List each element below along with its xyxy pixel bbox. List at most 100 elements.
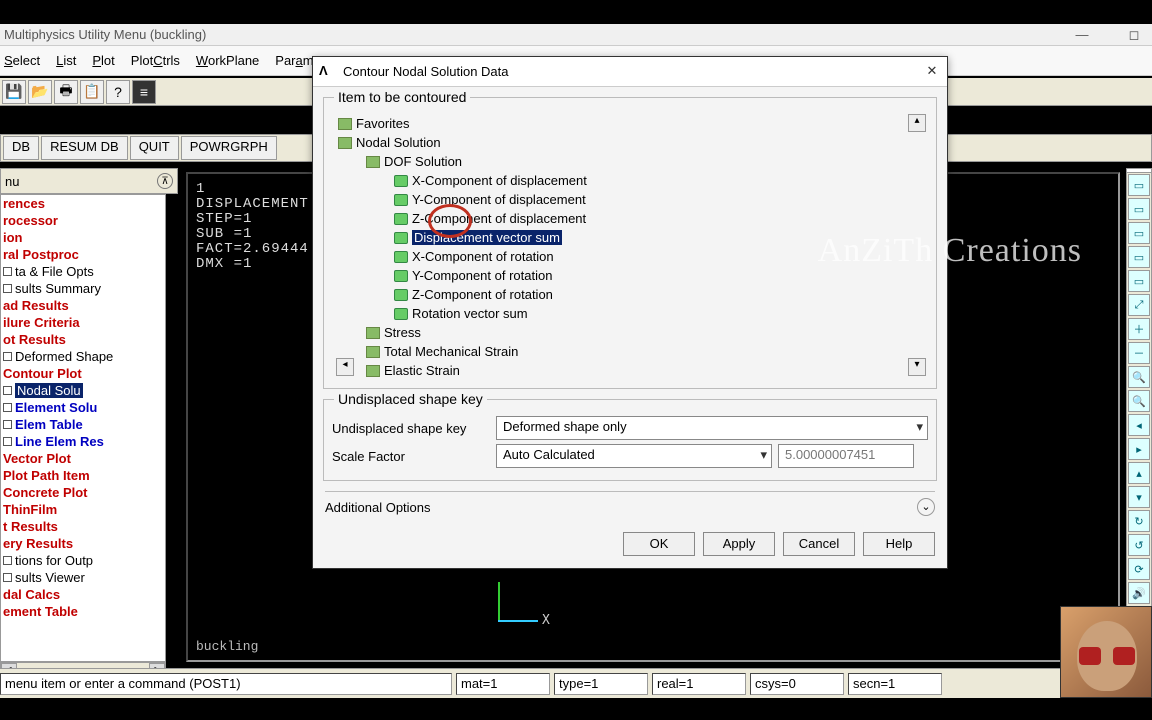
- sidebar-item-label: rences: [3, 196, 45, 211]
- sidebar-item[interactable]: Elem Table: [1, 416, 165, 433]
- rotate-x-icon[interactable]: ↻: [1128, 510, 1150, 532]
- powrgrph-button[interactable]: POWRGRPH: [181, 136, 277, 160]
- tree-dof-item[interactable]: X-Component of displacement: [332, 171, 928, 190]
- tree-dof-item[interactable]: Rotation vector sum: [332, 304, 928, 323]
- pan-right-icon[interactable]: ▸: [1128, 438, 1150, 460]
- help-icon[interactable]: ?: [106, 80, 130, 104]
- menu-plot[interactable]: Plot: [92, 53, 114, 68]
- sidebar-item[interactable]: ilure Criteria: [1, 314, 165, 331]
- sidebar-item[interactable]: rences: [1, 195, 165, 212]
- menu-param[interactable]: Param: [275, 53, 313, 68]
- menu-select[interactable]: Select: [4, 53, 40, 68]
- sidebar-item[interactable]: ery Results: [1, 535, 165, 552]
- secn-field[interactable]: secn=1: [848, 673, 942, 695]
- sidebar-item[interactable]: Line Elem Res: [1, 433, 165, 450]
- pan-down-icon[interactable]: ▾: [1128, 486, 1150, 508]
- type-field[interactable]: type=1: [554, 673, 648, 695]
- print-icon[interactable]: 🖶: [54, 80, 78, 104]
- sidebar-item[interactable]: sults Viewer: [1, 569, 165, 586]
- view-oblique-icon[interactable]: ▭: [1128, 270, 1150, 292]
- sidebar-item[interactable]: ement Table: [1, 603, 165, 620]
- scroll-down-icon[interactable]: ▾: [908, 358, 926, 376]
- tree-total-mech-strain[interactable]: Total Mechanical Strain: [332, 342, 928, 361]
- scale-factor-input[interactable]: 5.00000007451: [778, 444, 914, 468]
- tree-elastic-strain[interactable]: Elastic Strain: [332, 361, 928, 380]
- rotate-y-icon[interactable]: ↺: [1128, 534, 1150, 556]
- tree-dof-item[interactable]: Y-Component of displacement: [332, 190, 928, 209]
- sidebar-item[interactable]: Element Solu: [1, 399, 165, 416]
- sidebar-item[interactable]: dal Calcs: [1, 586, 165, 603]
- menu-list[interactable]: List: [56, 53, 76, 68]
- sidebar-item[interactable]: t Results: [1, 518, 165, 535]
- sidebar-item[interactable]: ion: [1, 229, 165, 246]
- command-input[interactable]: menu item or enter a command (POST1): [0, 673, 452, 695]
- quit-button[interactable]: QUIT: [130, 136, 179, 160]
- ok-button[interactable]: OK: [623, 532, 695, 556]
- folder-icon: [366, 346, 380, 358]
- sidebar-item[interactable]: tions for Outp: [1, 552, 165, 569]
- scroll-left-icon[interactable]: ◂: [336, 358, 354, 376]
- sidebar-item[interactable]: Deformed Shape: [1, 348, 165, 365]
- maximize-icon[interactable]: ◻: [1120, 26, 1148, 44]
- sidebar-item[interactable]: ThinFilm: [1, 501, 165, 518]
- zoom-win-icon[interactable]: 🔍: [1128, 390, 1150, 412]
- tree-item-label: X-Component of displacement: [412, 173, 587, 188]
- view-right-icon[interactable]: ▭: [1128, 246, 1150, 268]
- resum-db-button[interactable]: RESUM DB: [41, 136, 128, 160]
- sidebar-item[interactable]: ral Postproc: [1, 246, 165, 263]
- rotate-z-icon[interactable]: ⟳: [1128, 558, 1150, 580]
- tree-item-label: DOF Solution: [384, 154, 462, 169]
- csys-field[interactable]: csys=0: [750, 673, 844, 695]
- shape-key-select[interactable]: Deformed shape only: [496, 416, 928, 440]
- view-front-icon[interactable]: ▭: [1128, 198, 1150, 220]
- scale-factor-select[interactable]: Auto Calculated: [496, 444, 772, 468]
- open-icon[interactable]: 📂: [28, 80, 52, 104]
- scroll-up-icon[interactable]: ▴: [908, 114, 926, 132]
- zoom-out-icon[interactable]: －: [1128, 342, 1150, 364]
- sidebar-item[interactable]: ot Results: [1, 331, 165, 348]
- sidebar-item[interactable]: Vector Plot: [1, 450, 165, 467]
- sidebar-item[interactable]: sults Summary: [1, 280, 165, 297]
- mat-field[interactable]: mat=1: [456, 673, 550, 695]
- zoom-in-icon[interactable]: ＋: [1128, 318, 1150, 340]
- sidebar-item[interactable]: Contour Plot: [1, 365, 165, 382]
- cancel-button[interactable]: Cancel: [783, 532, 855, 556]
- sidebar-item[interactable]: ad Results: [1, 297, 165, 314]
- real-field[interactable]: real=1: [652, 673, 746, 695]
- menu-workplane[interactable]: WorkPlane: [196, 53, 259, 68]
- pan-left-icon[interactable]: ◂: [1128, 414, 1150, 436]
- apply-button[interactable]: Apply: [703, 532, 775, 556]
- close-icon[interactable]: ✕: [923, 63, 941, 81]
- minimize-icon[interactable]: —: [1068, 26, 1096, 44]
- sidebar-item[interactable]: rocessor: [1, 212, 165, 229]
- view-top-icon[interactable]: ▭: [1128, 222, 1150, 244]
- collapse-icon[interactable]: ⊼: [157, 173, 173, 189]
- report-icon[interactable]: 📋: [80, 80, 104, 104]
- help-button[interactable]: Help: [863, 532, 935, 556]
- sidebar-item[interactable]: Concrete Plot: [1, 484, 165, 501]
- menu-plotctrls[interactable]: PlotCtrls: [131, 53, 180, 68]
- view-iso-icon[interactable]: ▭: [1128, 174, 1150, 196]
- tree-dof-item[interactable]: Z-Component of displacement: [332, 209, 928, 228]
- db-button[interactable]: DB: [3, 136, 39, 160]
- sound-icon[interactable]: 🔊: [1128, 582, 1150, 604]
- tree-favorites[interactable]: Favorites: [332, 114, 928, 133]
- sidebar-item[interactable]: Plot Path Item: [1, 467, 165, 484]
- menu-icon[interactable]: ≡: [132, 80, 156, 104]
- tree-dof-solution[interactable]: DOF Solution: [332, 152, 928, 171]
- sidebar-item[interactable]: Nodal Solu: [1, 382, 165, 399]
- save-icon[interactable]: 💾: [2, 80, 26, 104]
- additional-options-row[interactable]: Additional Options ⌄: [325, 491, 935, 516]
- tree-stress[interactable]: Stress: [332, 323, 928, 342]
- fit-icon[interactable]: ⤢: [1128, 294, 1150, 316]
- tree-nodal-solution[interactable]: Nodal Solution: [332, 133, 928, 152]
- sidebar-item-label: ad Results: [3, 298, 69, 313]
- sidebar-item[interactable]: ta & File Opts: [1, 263, 165, 280]
- expand-icon[interactable]: ⌄: [917, 498, 935, 516]
- zoom-box-icon[interactable]: 🔍: [1128, 366, 1150, 388]
- sidebar-item-label: Line Elem Res: [15, 434, 104, 449]
- pan-up-icon[interactable]: ▴: [1128, 462, 1150, 484]
- tree-dof-item[interactable]: Z-Component of rotation: [332, 285, 928, 304]
- sidebar-item-label: ThinFilm: [3, 502, 57, 517]
- sidebar-tree[interactable]: rencesrocessorionral Postprocta & File O…: [0, 194, 166, 662]
